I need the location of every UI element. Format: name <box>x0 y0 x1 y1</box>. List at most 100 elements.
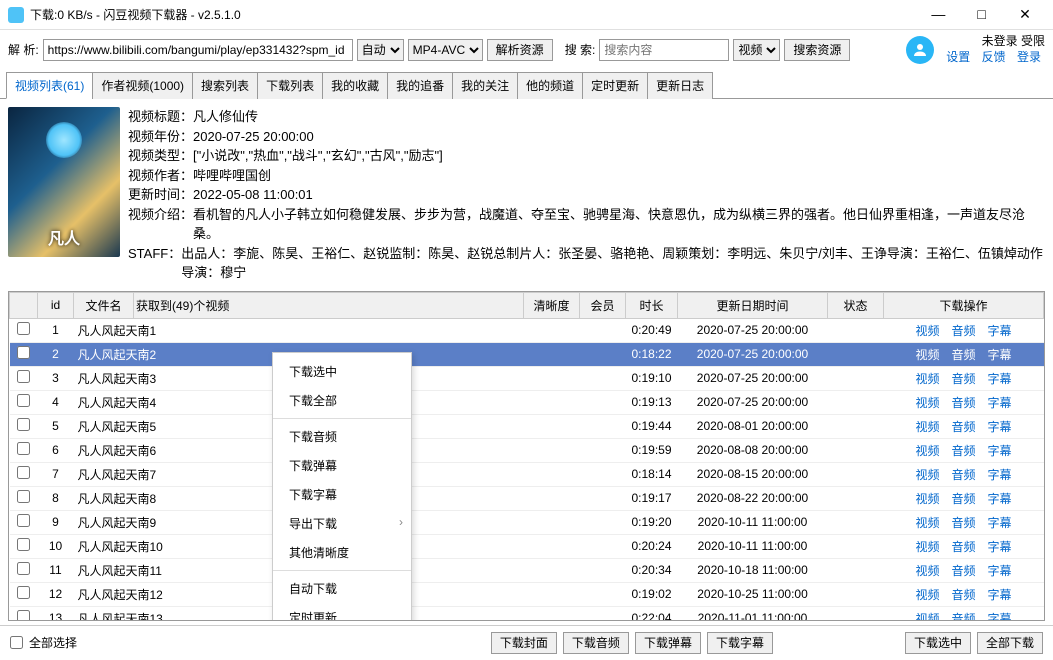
download-subtitle-link[interactable]: 字幕 <box>988 588 1012 602</box>
table-row[interactable]: 12凡人风起天南120:19:022020-10-25 11:00:00视频音频… <box>10 582 1044 606</box>
download-audio-link[interactable]: 音频 <box>951 564 975 578</box>
col-status[interactable]: 状态 <box>828 292 884 318</box>
col-duration[interactable]: 时长 <box>626 292 678 318</box>
login-link[interactable]: 登录 <box>1017 50 1041 64</box>
download-audio-link[interactable]: 音频 <box>951 324 975 338</box>
download-video-link[interactable]: 视频 <box>915 324 939 338</box>
menu-item[interactable]: 导出下载 <box>273 509 411 538</box>
menu-item[interactable]: 其他清晰度 <box>273 538 411 567</box>
download-audio-link[interactable]: 音频 <box>951 612 975 620</box>
download-audio-link[interactable]: 音频 <box>951 540 975 554</box>
download-subtitle-link[interactable]: 字幕 <box>988 468 1012 482</box>
feedback-link[interactable]: 反馈 <box>982 50 1006 64</box>
download-video-link[interactable]: 视频 <box>915 348 939 362</box>
row-checkbox[interactable] <box>17 370 30 383</box>
tab-6[interactable]: 我的关注 <box>452 72 518 99</box>
download-audio-link[interactable]: 音频 <box>951 516 975 530</box>
download-subtitle-link[interactable]: 字幕 <box>988 348 1012 362</box>
search-input[interactable] <box>599 39 729 61</box>
row-checkbox[interactable] <box>17 562 30 575</box>
download-video-link[interactable]: 视频 <box>915 564 939 578</box>
download-subtitle-link[interactable]: 字幕 <box>988 540 1012 554</box>
table-row[interactable]: 4凡人风起天南40:19:132020-07-25 20:00:00视频音频字幕 <box>10 390 1044 414</box>
minimize-button[interactable]: — <box>918 6 958 22</box>
menu-item[interactable]: 下载选中 <box>273 357 411 386</box>
tab-9[interactable]: 更新日志 <box>647 72 713 99</box>
menu-item[interactable]: 自动下载 <box>273 574 411 603</box>
tab-4[interactable]: 我的收藏 <box>322 72 388 99</box>
download-selected-button[interactable]: 下载选中 <box>905 632 971 654</box>
search-type-select[interactable]: 视频 <box>733 39 780 61</box>
tab-1[interactable]: 作者视频(1000) <box>92 72 193 99</box>
col-count[interactable]: 获取到(49)个视频 <box>134 292 524 318</box>
download-audio-link[interactable]: 音频 <box>951 588 975 602</box>
download-audio-link[interactable]: 音频 <box>951 492 975 506</box>
download-video-link[interactable]: 视频 <box>915 516 939 530</box>
download-subtitle-link[interactable]: 字幕 <box>988 612 1012 620</box>
download-video-link[interactable]: 视频 <box>915 540 939 554</box>
table-row[interactable]: 7凡人风起天南70:18:142020-08-15 20:00:00视频音频字幕 <box>10 462 1044 486</box>
download-subtitle-link[interactable]: 字幕 <box>988 444 1012 458</box>
download-subtitle-link[interactable]: 字幕 <box>988 372 1012 386</box>
download-audio-button[interactable]: 下载音频 <box>563 632 629 654</box>
col-filename[interactable]: 文件名 <box>74 292 134 318</box>
table-row[interactable]: 9凡人风起天南90:19:202020-10-11 11:00:00视频音频字幕 <box>10 510 1044 534</box>
row-checkbox[interactable] <box>17 322 30 335</box>
download-subtitle-link[interactable]: 字幕 <box>988 324 1012 338</box>
row-checkbox[interactable] <box>17 466 30 479</box>
download-subtitle-link[interactable]: 字幕 <box>988 396 1012 410</box>
tab-3[interactable]: 下载列表 <box>257 72 323 99</box>
settings-link[interactable]: 设置 <box>946 50 970 64</box>
download-video-link[interactable]: 视频 <box>915 372 939 386</box>
table-row[interactable]: 6凡人风起天南60:19:592020-08-08 20:00:00视频音频字幕 <box>10 438 1044 462</box>
download-audio-link[interactable]: 音频 <box>951 468 975 482</box>
download-video-link[interactable]: 视频 <box>915 396 939 410</box>
download-cover-button[interactable]: 下载封面 <box>491 632 557 654</box>
menu-item[interactable]: 下载音频 <box>273 422 411 451</box>
download-subtitle-link[interactable]: 字幕 <box>988 492 1012 506</box>
col-ops[interactable]: 下载操作 <box>884 292 1044 318</box>
row-checkbox[interactable] <box>17 538 30 551</box>
col-vip[interactable]: 会员 <box>580 292 626 318</box>
download-subtitle-link[interactable]: 字幕 <box>988 516 1012 530</box>
download-audio-link[interactable]: 音频 <box>951 420 975 434</box>
download-all-button[interactable]: 全部下载 <box>977 632 1043 654</box>
row-checkbox[interactable] <box>17 586 30 599</box>
context-menu[interactable]: 下载选中下载全部下载音频下载弹幕下载字幕导出下载其他清晰度自动下载定时更新程序设… <box>272 352 412 621</box>
table-row[interactable]: 13凡人风起天南130:22:042020-11-01 11:00:00视频音频… <box>10 606 1044 620</box>
format-select[interactable]: MP4-AVC <box>408 39 483 61</box>
tab-2[interactable]: 搜索列表 <box>192 72 258 99</box>
row-checkbox[interactable] <box>17 442 30 455</box>
search-button[interactable]: 搜索资源 <box>784 39 850 61</box>
row-checkbox[interactable] <box>17 394 30 407</box>
download-audio-link[interactable]: 音频 <box>951 348 975 362</box>
row-checkbox[interactable] <box>17 514 30 527</box>
tab-5[interactable]: 我的追番 <box>387 72 453 99</box>
table-row[interactable]: 5凡人风起天南50:19:442020-08-01 20:00:00视频音频字幕 <box>10 414 1044 438</box>
download-video-link[interactable]: 视频 <box>915 492 939 506</box>
menu-item[interactable]: 下载弹幕 <box>273 451 411 480</box>
download-video-link[interactable]: 视频 <box>915 420 939 434</box>
table-row[interactable]: 10凡人风起天南100:20:242020-10-11 11:00:00视频音频… <box>10 534 1044 558</box>
download-subtitle-link[interactable]: 字幕 <box>988 420 1012 434</box>
menu-item[interactable]: 下载字幕 <box>273 480 411 509</box>
row-checkbox[interactable] <box>17 346 30 359</box>
download-subtitle-link[interactable]: 字幕 <box>988 564 1012 578</box>
download-video-link[interactable]: 视频 <box>915 468 939 482</box>
table-row[interactable]: 2凡人风起天南20:18:222020-07-25 20:00:00视频音频字幕 <box>10 342 1044 366</box>
menu-item[interactable]: 下载全部 <box>273 386 411 415</box>
avatar[interactable] <box>906 36 934 64</box>
download-audio-link[interactable]: 音频 <box>951 396 975 410</box>
row-checkbox[interactable] <box>17 418 30 431</box>
download-video-link[interactable]: 视频 <box>915 612 939 620</box>
menu-item[interactable]: 定时更新 <box>273 603 411 621</box>
download-video-link[interactable]: 视频 <box>915 588 939 602</box>
col-quality[interactable]: 清晰度 <box>524 292 580 318</box>
download-video-link[interactable]: 视频 <box>915 444 939 458</box>
col-id[interactable]: id <box>38 292 74 318</box>
download-subtitle-button[interactable]: 下载字幕 <box>707 632 773 654</box>
table-row[interactable]: 1凡人风起天南10:20:492020-07-25 20:00:00视频音频字幕 <box>10 318 1044 342</box>
row-checkbox[interactable] <box>17 490 30 503</box>
maximize-button[interactable]: □ <box>962 6 1002 22</box>
select-all-checkbox[interactable] <box>10 636 23 649</box>
